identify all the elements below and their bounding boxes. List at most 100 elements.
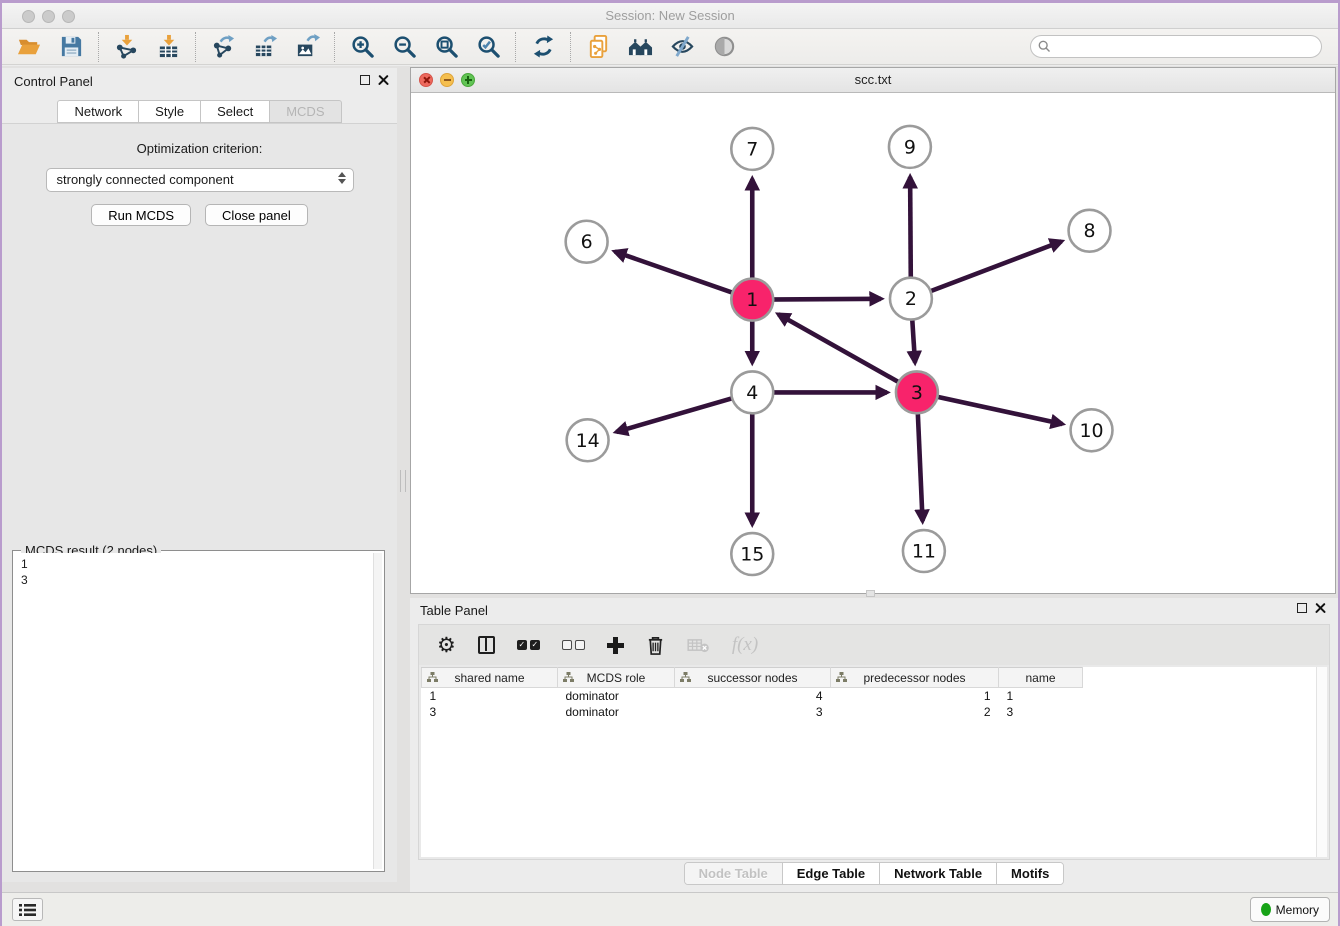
svg-text:2: 2 xyxy=(905,288,917,310)
show-icon[interactable] xyxy=(710,33,738,61)
home-icon[interactable] xyxy=(626,33,654,61)
select-all-icon[interactable]: ✓✓ xyxy=(517,640,540,650)
table-row[interactable]: 3dominator323 xyxy=(422,704,1083,720)
close-table-panel-icon[interactable] xyxy=(1315,602,1326,613)
zoom-fit-icon[interactable] xyxy=(432,33,460,61)
node-4[interactable]: 4 xyxy=(731,371,773,413)
status-bar: Memory xyxy=(2,892,1338,926)
node-10[interactable]: 10 xyxy=(1071,409,1113,451)
main-toolbar xyxy=(2,29,1338,65)
save-session-icon[interactable] xyxy=(57,33,85,61)
tab-edge-table[interactable]: Edge Table xyxy=(782,863,879,884)
tab-style[interactable]: Style xyxy=(139,100,201,123)
network-window-title: scc.txt xyxy=(411,72,1335,87)
table-panel: Table Panel ⚙ ✓✓ xyxy=(410,598,1338,892)
svg-text:3: 3 xyxy=(911,382,923,404)
columns-icon[interactable] xyxy=(478,636,495,654)
node-15[interactable]: 15 xyxy=(731,533,773,575)
import-network-icon[interactable] xyxy=(112,33,140,61)
edge-3-10[interactable] xyxy=(917,392,1062,424)
table-panel-title: Table Panel xyxy=(420,603,488,618)
zoom-selected-icon[interactable] xyxy=(474,33,502,61)
svg-text:9: 9 xyxy=(904,136,916,158)
col-successor-nodes[interactable]: successor nodes xyxy=(675,668,831,688)
criterion-dropdown[interactable]: strongly connected component xyxy=(46,168,354,192)
mcds-result-text[interactable]: 1 3 xyxy=(15,553,372,869)
col-shared-name[interactable]: shared name xyxy=(422,668,558,688)
memory-status-icon xyxy=(1261,903,1271,916)
search-icon xyxy=(1038,40,1051,53)
export-network-icon[interactable] xyxy=(209,33,237,61)
col-name[interactable]: name xyxy=(999,668,1083,688)
task-history-button[interactable] xyxy=(12,898,43,921)
edge-3-1[interactable] xyxy=(778,314,917,392)
add-row-icon[interactable] xyxy=(607,637,624,654)
run-mcds-button[interactable]: Run MCDS xyxy=(91,204,191,226)
close-panel-button[interactable]: Close panel xyxy=(205,204,308,226)
memory-label: Memory xyxy=(1276,903,1319,917)
refresh-icon[interactable] xyxy=(529,33,557,61)
network-view-window: scc.txt 7 9 6 8 1 2 4 3 10 14 15 11 xyxy=(410,67,1336,594)
node-9[interactable]: 9 xyxy=(889,126,931,168)
node-14[interactable]: 14 xyxy=(567,419,609,461)
svg-text:15: 15 xyxy=(740,544,764,566)
col-mcds-role[interactable]: MCDS role xyxy=(558,668,675,688)
mcds-result-box: MCDS result (2 nodes) 1 3 xyxy=(12,550,385,872)
export-image-icon[interactable] xyxy=(293,33,321,61)
col-predecessor-nodes[interactable]: predecessor nodes xyxy=(831,668,999,688)
network-canvas[interactable]: 7 9 6 8 1 2 4 3 10 14 15 11 xyxy=(411,93,1335,593)
tab-node-table[interactable]: Node Table xyxy=(685,863,782,884)
node-7[interactable]: 7 xyxy=(731,128,773,170)
function-builder-icon[interactable]: f(x) xyxy=(732,634,758,656)
tab-network[interactable]: Network xyxy=(57,100,139,123)
optimization-criterion-label: Optimization criterion: xyxy=(2,141,397,156)
gear-icon[interactable]: ⚙ xyxy=(437,635,456,655)
edge-2-8[interactable] xyxy=(911,241,1062,298)
float-table-panel-icon[interactable] xyxy=(1297,603,1307,613)
control-panel-title: Control Panel xyxy=(14,74,93,89)
search-input[interactable] xyxy=(1051,37,1321,56)
memory-button[interactable]: Memory xyxy=(1250,897,1330,922)
table-row[interactable]: 1dominator411 xyxy=(422,688,1083,704)
node-6[interactable]: 6 xyxy=(566,221,608,263)
svg-text:1: 1 xyxy=(746,289,758,311)
node-3[interactable]: 3 xyxy=(896,371,938,413)
table-scrollbar[interactable] xyxy=(1316,667,1327,857)
export-table-icon[interactable] xyxy=(251,33,279,61)
delete-icon[interactable] xyxy=(646,635,665,656)
window-titlebar: Session: New Session xyxy=(2,3,1338,29)
close-panel-icon[interactable] xyxy=(378,74,389,85)
zoom-out-icon[interactable] xyxy=(390,33,418,61)
delete-table-icon[interactable] xyxy=(687,638,710,653)
tab-motifs[interactable]: Motifs xyxy=(996,863,1063,884)
import-table-icon[interactable] xyxy=(154,33,182,61)
float-panel-icon[interactable] xyxy=(360,75,370,85)
svg-text:8: 8 xyxy=(1084,220,1096,242)
tab-network-table[interactable]: Network Table xyxy=(879,863,996,884)
window-title: Session: New Session xyxy=(2,8,1338,23)
svg-text:6: 6 xyxy=(581,231,593,253)
clone-network-icon[interactable] xyxy=(584,33,612,61)
open-session-icon[interactable] xyxy=(15,33,43,61)
tab-select[interactable]: Select xyxy=(201,100,270,123)
svg-text:14: 14 xyxy=(576,430,600,452)
node-2[interactable]: 2 xyxy=(890,278,932,320)
result-scrollbar[interactable] xyxy=(373,553,382,869)
node-table: shared name MCDS role successor nodes pr… xyxy=(421,667,1083,720)
node-1[interactable]: 1 xyxy=(731,279,773,321)
deselect-all-icon[interactable] xyxy=(562,640,585,650)
search-field[interactable] xyxy=(1030,35,1322,58)
svg-text:7: 7 xyxy=(746,138,758,160)
canvas-resize-grip[interactable] xyxy=(866,590,875,597)
tab-mcds[interactable]: MCDS xyxy=(270,100,341,123)
zoom-in-icon[interactable] xyxy=(348,33,376,61)
node-8[interactable]: 8 xyxy=(1069,210,1111,252)
table-toolbar: ⚙ ✓✓ f(x) xyxy=(419,625,1329,665)
node-11[interactable]: 11 xyxy=(903,530,945,572)
panel-splitter[interactable] xyxy=(397,66,410,892)
control-panel: Control Panel Network Style Select MCDS … xyxy=(2,68,397,882)
svg-text:4: 4 xyxy=(746,382,758,404)
control-panel-tabs: Network Style Select MCDS xyxy=(2,94,397,123)
hide-icon[interactable] xyxy=(668,33,696,61)
svg-text:10: 10 xyxy=(1079,420,1103,442)
